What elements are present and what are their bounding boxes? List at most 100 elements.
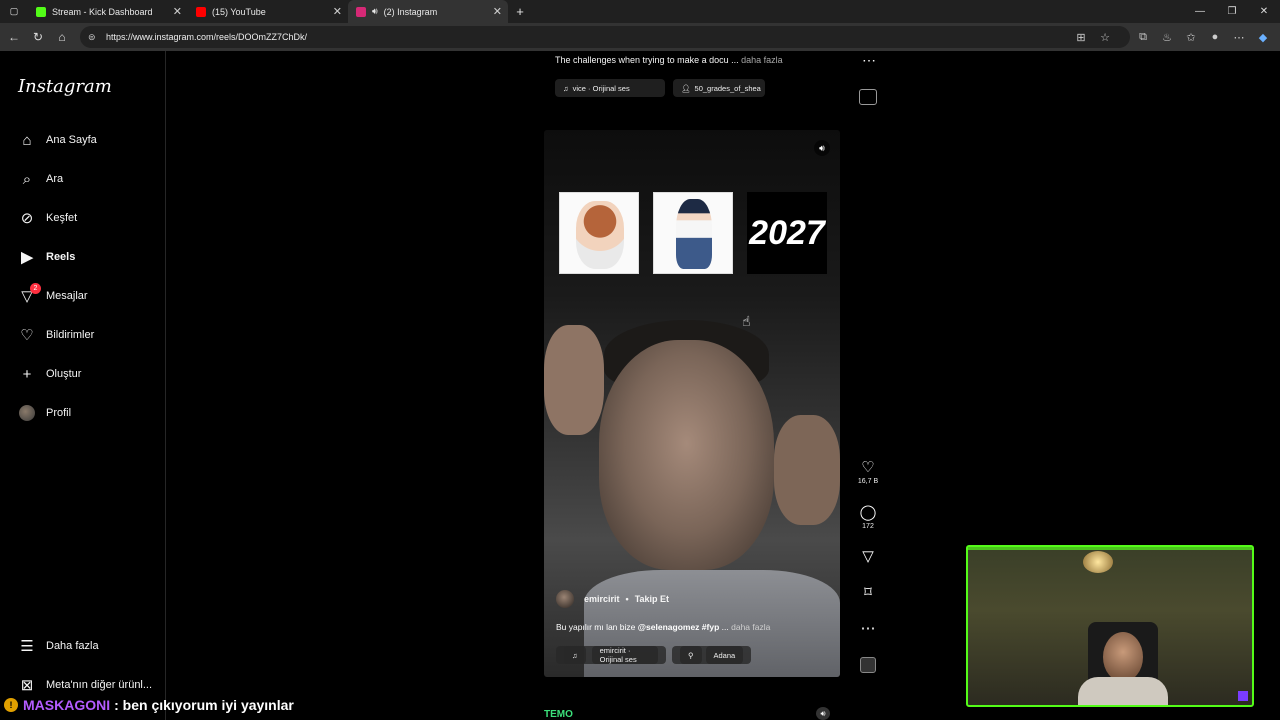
like-count: 16,7 B [857,478,879,485]
prev-reel-caption: The challenges when trying to make a doc… [555,55,783,65]
more-link[interactable]: daha fazla [731,622,770,632]
close-window-icon[interactable]: ✕ [1248,6,1280,17]
ceiling-lamp [1083,551,1113,573]
next-reel-teaser: TEMO [544,709,573,720]
sidebar-item-home[interactable]: ⌂ Ana Sayfa [18,131,96,149]
sidebar-item-reels[interactable]: ▶ Reels [18,248,75,266]
menu-dots-icon[interactable]: ⋯ [1230,31,1248,44]
corner-logo-icon [1238,691,1248,701]
site-info-icon[interactable]: ⊜ [88,32,100,43]
like-button[interactable]: ♡ 16,7 B [856,458,880,485]
new-tab-button[interactable]: + [508,0,532,23]
more-link[interactable]: daha fazla [741,55,783,65]
messenger-icon: ▽ 2 [18,283,41,305]
sidebar-item-notifications[interactable]: ♡ Bildirimler [18,326,94,344]
hand-cursor-icon: ☝︎ [742,313,751,329]
chat-badge-icon: ! [4,698,18,712]
comment-icon: ◯ [859,504,877,521]
instagram-logo[interactable]: Instagram [18,76,112,97]
url-field[interactable]: ⊜ https://www.instagram.com/reels/DOOmZZ… [80,26,1130,48]
minimize-icon[interactable]: — [1184,6,1216,17]
heart-icon: ♡ [861,459,875,476]
profile-icon[interactable]: ● [1206,31,1224,43]
tab-kick[interactable]: Stream - Kick Dashboard ✕ [28,0,188,23]
streamer-face [1103,632,1143,682]
username-link[interactable]: emircirit [584,594,620,604]
video-subject-fist-right [774,415,840,525]
kick-favicon-icon [36,6,46,17]
avatar [19,405,35,421]
sidebar-item-profile[interactable]: Profil [18,404,71,422]
instagram-sidebar: Instagram ⌂ Ana Sayfa ⌕ Ara ⊘ Keşfet ▶ R… [0,51,166,720]
person-icon: 👤︎ [681,83,691,93]
chat-username: MASKAGONI [23,697,111,713]
video-subject-fist-left [544,325,604,435]
avatar[interactable] [556,590,574,608]
close-tab-icon[interactable]: ✕ [493,5,502,18]
follow-button[interactable]: Takip Et [635,594,669,604]
audio-thumb-button[interactable] [856,657,880,673]
more-options-button[interactable]: ⋯ [856,619,880,637]
close-tab-icon[interactable]: ✕ [333,5,342,18]
reel-video[interactable]: 2027 🔊︎ emircirit • Takip Et Bu yapılır … [544,130,840,677]
browser-toolbar: ⊞ ☆ ⧉ ♨ ✩ ● ⋯ ◆ [1072,26,1272,48]
compass-icon: ⊘ [20,210,34,227]
performance-icon[interactable]: ♨ [1158,31,1176,44]
speaker-icon[interactable]: 🔊︎ [372,6,378,17]
prev-audio-thumb[interactable] [859,89,877,105]
favorite-star-icon[interactable]: ☆ [1096,31,1114,44]
meta-grid-icon: ⊠ [20,677,34,694]
tab-youtube[interactable]: (15) YouTube ✕ [188,0,348,23]
extensions-icon[interactable]: ⧉ [1134,31,1152,44]
instagram-favicon-icon [356,6,366,17]
sidebar-item-search[interactable]: ⌕ Ara [18,170,63,188]
prev-audio-pill[interactable]: ♫ vice · Orijinal ses [555,79,665,97]
home-icon[interactable]: ⌂ [50,30,74,44]
comment-button[interactable]: ◯ 172 [856,503,880,530]
favorites-icon[interactable]: ✩ [1182,31,1200,44]
sidebar-item-messages[interactable]: ▽ 2 Mesajlar [18,283,88,305]
sidebar-item-meta[interactable]: ⊠ Meta'nın diğer ürünl... [18,676,152,694]
volume-icon[interactable]: 🔊︎ [814,140,830,156]
browser-tab-bar: ▢ Stream - Kick Dashboard ✕ (15) YouTube… [0,0,1280,23]
sidebar-item-create[interactable]: + Oluştur [18,365,82,383]
webcam-overlay [966,545,1254,707]
app-available-icon[interactable]: ⊞ [1072,31,1090,44]
person-sitting-image [653,192,733,274]
music-note-icon: ♫ [563,83,569,93]
streamer-body [1078,677,1168,705]
audio-pill[interactable]: ♫ emircirit · Orijinal ses [556,646,666,664]
search-icon: ⌕ [22,170,32,188]
tab-actions-icon[interactable]: ▢ [0,0,28,23]
bookmark-icon: ⌑ [864,584,872,601]
window-controls: — ❐ ✕ [1184,0,1280,23]
hamburger-icon: ☰ [20,638,34,655]
sidebar-item-more[interactable]: ☰ Daha fazla [18,637,98,655]
chat-message: ! MASKAGONI : ben çıkıyorum iyi yayınlar [4,697,294,713]
save-button[interactable]: ⌑ [856,583,880,601]
reload-icon[interactable]: ↻ [26,30,50,44]
youtube-favicon-icon [196,6,206,17]
restore-icon[interactable]: ❐ [1216,6,1248,17]
audio-thumbnail [860,657,876,673]
reels-icon: ▶ [21,249,33,266]
tab-instagram[interactable]: 🔊︎ (2) Instagram ✕ [348,0,508,23]
reel-caption: Bu yapılır mı lan bize @selenagomez #fyp… [556,622,771,632]
prev-tagged-pill[interactable]: 👤︎ 50_grades_of_shea [673,79,765,97]
prev-more-options-icon[interactable]: ⋯ [862,52,876,69]
notification-badge: 2 [30,283,41,294]
address-bar-row: ← ↻ ⌂ ⊜ https://www.instagram.com/reels/… [0,23,1280,51]
comment-count: 172 [862,523,874,530]
back-icon[interactable]: ← [2,30,26,44]
location-pin-icon: ⚲ [680,646,702,664]
video-subject-face [599,340,774,570]
heart-icon: ♡ [20,327,34,344]
caption-tags[interactable]: @selenagomez #fyp [638,622,720,632]
location-pill[interactable]: ⚲ Adana [672,646,752,664]
sidebar-item-explore[interactable]: ⊘ Keşfet [18,209,77,227]
copilot-icon[interactable]: ◆ [1254,31,1272,44]
share-button[interactable]: ▽ [856,547,880,565]
close-tab-icon[interactable]: ✕ [173,5,182,18]
more-dots-icon: ⋯ [860,620,876,637]
next-volume-icon[interactable]: 🔊︎ [816,707,830,720]
